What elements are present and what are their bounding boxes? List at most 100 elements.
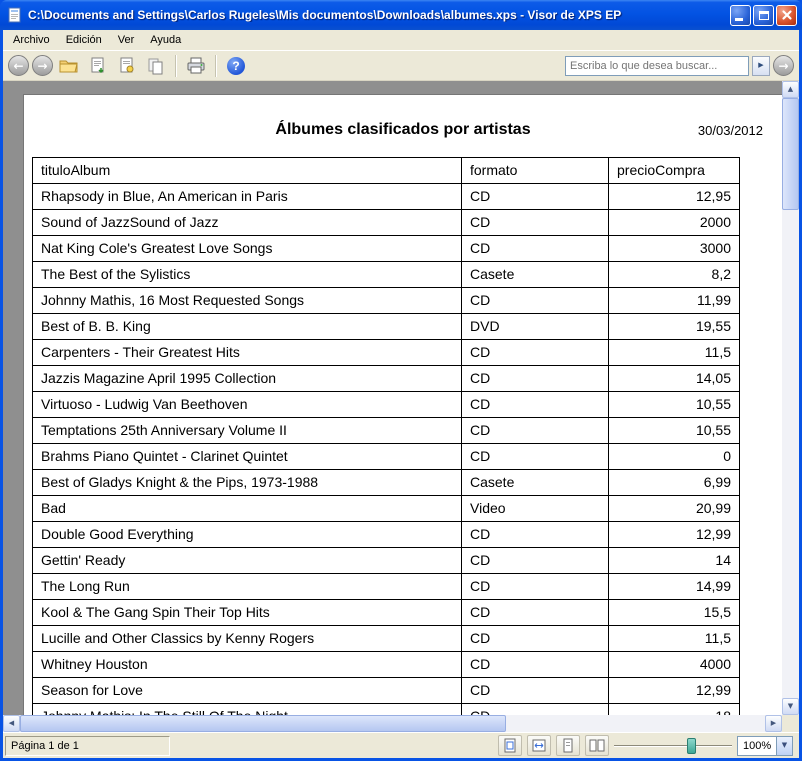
maximize-icon xyxy=(759,11,769,20)
scroll-down-button[interactable]: ▼ xyxy=(782,698,799,715)
format-cell: DVD xyxy=(462,314,609,340)
album-title-cell: Best of Gladys Knight & the Pips, 1973-1… xyxy=(33,470,462,496)
scroll-up-icon: ▲ xyxy=(788,86,793,93)
forward-button[interactable]: → xyxy=(32,55,53,76)
copy-button[interactable] xyxy=(143,53,169,78)
vertical-scrollbar-thumb[interactable] xyxy=(782,98,799,210)
album-table: tituloAlbum formato precioCompra Rhapsod… xyxy=(32,157,740,715)
xps-document-icon xyxy=(7,7,23,23)
table-row: Virtuoso - Ludwig Van BeethovenCD10,55 xyxy=(33,392,740,418)
report-header: Álbumes clasificados por artistas 30/03/… xyxy=(24,95,782,157)
vertical-scrollbar[interactable]: ▲ ▼ xyxy=(782,81,799,715)
toolbar: ← → xyxy=(3,50,799,81)
save-copy-icon xyxy=(89,57,107,75)
help-icon: ? xyxy=(227,57,245,75)
format-cell: CD xyxy=(462,574,609,600)
album-title-cell: Best of B. B. King xyxy=(33,314,462,340)
price-cell: 11,99 xyxy=(609,288,740,314)
toolbar-separator xyxy=(175,55,177,77)
maximize-button[interactable] xyxy=(753,5,774,26)
help-button[interactable]: ? xyxy=(223,53,249,78)
menu-edicion[interactable]: Edición xyxy=(58,31,110,49)
fit-width-icon xyxy=(532,738,546,753)
album-title-cell: Carpenters - Their Greatest Hits xyxy=(33,340,462,366)
menu-ayuda[interactable]: Ayuda xyxy=(142,31,189,49)
open-button[interactable] xyxy=(56,53,82,78)
price-cell: 11,5 xyxy=(609,626,740,652)
table-row: Brahms Piano Quintet - Clarinet QuintetC… xyxy=(33,444,740,470)
scrollbar-corner xyxy=(782,715,799,732)
minimize-icon xyxy=(735,18,743,21)
table-row: Nat King Cole's Greatest Love SongsCD300… xyxy=(33,236,740,262)
print-button[interactable] xyxy=(183,53,209,78)
format-cell: CD xyxy=(462,236,609,262)
zoom-value: 100% xyxy=(738,740,776,752)
zoom-slider[interactable] xyxy=(614,736,732,756)
fit-page-button[interactable] xyxy=(498,735,522,756)
menu-archivo[interactable]: Archivo xyxy=(5,31,58,49)
scroll-left-button[interactable]: ◀ xyxy=(3,715,20,732)
album-title-cell: Whitney Houston xyxy=(33,652,462,678)
price-cell: 4000 xyxy=(609,652,740,678)
back-icon: ← xyxy=(13,60,23,72)
minimize-button[interactable] xyxy=(730,5,751,26)
table-row: Lucille and Other Classics by Kenny Roge… xyxy=(33,626,740,652)
album-title-cell: Bad xyxy=(33,496,462,522)
format-cell: CD xyxy=(462,340,609,366)
album-title-cell: Johnny Mathis: In The Still Of The Night xyxy=(33,704,462,716)
scroll-right-button[interactable]: ▶ xyxy=(765,715,782,732)
close-icon xyxy=(780,8,794,22)
zoom-slider-track[interactable] xyxy=(614,745,732,747)
zoom-slider-thumb[interactable] xyxy=(687,738,696,754)
zoom-dropdown-button[interactable]: ▼ xyxy=(776,737,792,755)
one-page-button[interactable] xyxy=(556,735,580,756)
table-row: BadVideo20,99 xyxy=(33,496,740,522)
search-input[interactable] xyxy=(565,56,749,76)
horizontal-scrollbar[interactable]: ◀ ▶ xyxy=(3,715,799,732)
table-row: Johnny Mathis, 16 Most Requested SongsCD… xyxy=(33,288,740,314)
close-button[interactable] xyxy=(776,5,797,26)
find-next-button[interactable]: → xyxy=(773,55,794,76)
scroll-down-icon: ▼ xyxy=(788,703,793,710)
back-button[interactable]: ← xyxy=(8,55,29,76)
zoom-combobox[interactable]: 100% ▼ xyxy=(737,736,793,756)
album-title-cell: Gettin' Ready xyxy=(33,548,462,574)
document-page: Álbumes clasificados por artistas 30/03/… xyxy=(24,95,782,715)
table-row: Rhapsody in Blue, An American in ParisCD… xyxy=(33,184,740,210)
header-precio-compra: precioCompra xyxy=(609,158,740,184)
search-go-icon: ▶ xyxy=(758,62,763,69)
album-title-cell: Nat King Cole's Greatest Love Songs xyxy=(33,236,462,262)
search-go-button[interactable]: ▶ xyxy=(752,56,770,76)
header-titulo-album: tituloAlbum xyxy=(33,158,462,184)
horizontal-scrollbar-track[interactable] xyxy=(506,715,765,732)
statusbar: Página 1 de 1 xyxy=(3,732,799,758)
table-row: Double Good EverythingCD12,99 xyxy=(33,522,740,548)
table-row: Whitney HoustonCD4000 xyxy=(33,652,740,678)
permissions-button[interactable] xyxy=(114,53,140,78)
format-cell: CD xyxy=(462,522,609,548)
table-row: Kool & The Gang Spin Their Top HitsCD15,… xyxy=(33,600,740,626)
menu-ver[interactable]: Ver xyxy=(110,31,143,49)
format-cell: CD xyxy=(462,184,609,210)
vertical-scrollbar-track[interactable] xyxy=(782,210,799,698)
format-cell: Casete xyxy=(462,470,609,496)
album-table-body: Rhapsody in Blue, An American in ParisCD… xyxy=(33,184,740,716)
header-formato: formato xyxy=(462,158,609,184)
fit-width-button[interactable] xyxy=(527,735,551,756)
format-cell: CD xyxy=(462,288,609,314)
scroll-up-button[interactable]: ▲ xyxy=(782,81,799,98)
xps-viewer-window: C:\Documents and Settings\Carlos Rugeles… xyxy=(0,0,802,761)
two-pages-icon xyxy=(589,738,605,753)
table-row: Season for LoveCD12,99 xyxy=(33,678,740,704)
table-header-row: tituloAlbum formato precioCompra xyxy=(33,158,740,184)
two-pages-button[interactable] xyxy=(585,735,609,756)
album-title-cell: The Long Run xyxy=(33,574,462,600)
price-cell: 6,99 xyxy=(609,470,740,496)
one-page-icon xyxy=(561,738,575,753)
forward-icon: → xyxy=(37,60,47,72)
page-indicator: Página 1 de 1 xyxy=(5,736,170,756)
save-copy-button[interactable] xyxy=(85,53,111,78)
horizontal-scrollbar-thumb[interactable] xyxy=(20,715,506,732)
window-controls xyxy=(730,5,797,26)
table-row: Gettin' ReadyCD14 xyxy=(33,548,740,574)
